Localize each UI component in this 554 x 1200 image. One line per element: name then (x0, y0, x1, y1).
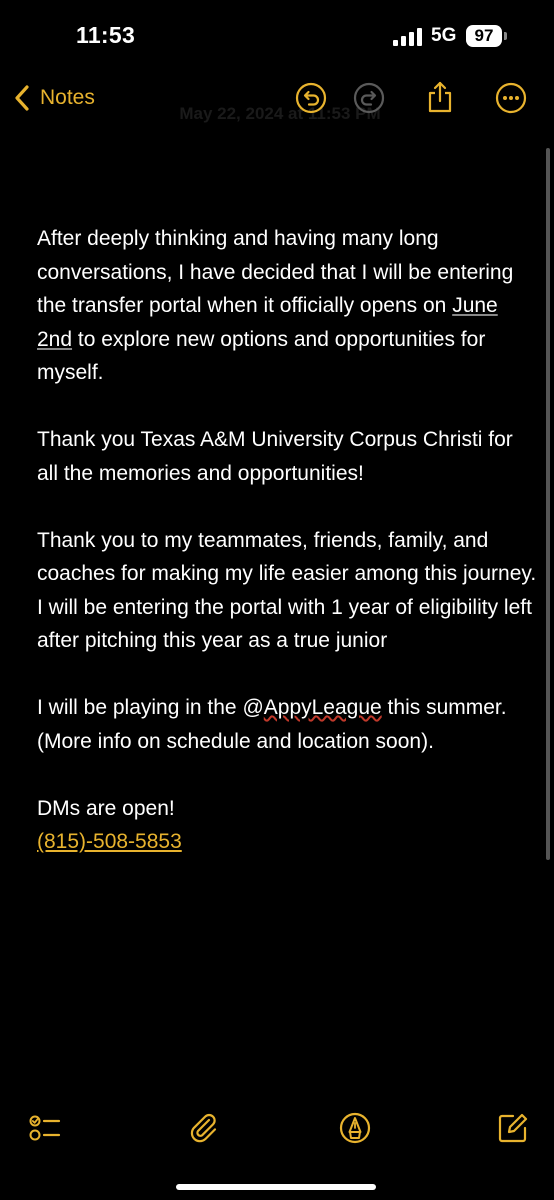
markup-button[interactable] (337, 1110, 373, 1146)
paperclip-icon (190, 1113, 217, 1143)
note-paragraph: DMs are open! (37, 796, 175, 820)
attachment-button[interactable] (185, 1110, 221, 1146)
phone-number-link[interactable]: (815)-508-5853 (37, 830, 182, 853)
note-paragraph: Thank you to my teammates, friends, fami… (37, 528, 537, 653)
note-text: I will be playing in the @ (37, 696, 264, 719)
checklist-icon (29, 1115, 61, 1141)
back-button-label: Notes (40, 86, 95, 109)
compose-icon (498, 1113, 528, 1143)
undo-button[interactable] (295, 82, 327, 114)
status-time: 11:53 (76, 22, 136, 48)
note-text: to explore new options and opportunities… (37, 327, 486, 385)
redo-icon (353, 82, 385, 114)
chevron-left-icon (15, 85, 29, 111)
note-body[interactable]: After deeply thinking and having many lo… (37, 222, 537, 859)
note-paragraph: Thank you Texas A&M University Corpus Ch… (37, 428, 513, 485)
misspelled-word[interactable]: AppyLeague (264, 696, 382, 719)
redo-button[interactable] (353, 82, 385, 114)
checklist-button[interactable] (27, 1110, 63, 1146)
undo-icon (295, 82, 327, 114)
note-paragraph: After deeply thinking and having many lo… (37, 222, 537, 390)
share-button[interactable] (424, 80, 456, 113)
note-text: After deeply thinking and having many lo… (37, 227, 514, 317)
scrollbar[interactable] (546, 148, 550, 860)
share-icon (428, 81, 452, 113)
home-indicator[interactable] (176, 1184, 376, 1190)
note-paragraph: I will be playing in the @AppyLeague thi… (37, 691, 537, 758)
cellular-signal-icon (393, 28, 422, 46)
compose-button[interactable] (495, 1110, 531, 1146)
battery-indicator: 97 (466, 25, 502, 47)
back-button[interactable]: Notes (14, 80, 95, 116)
network-type: 5G (431, 25, 457, 46)
ellipsis-circle-icon (495, 82, 527, 114)
battery-nub (504, 32, 507, 40)
markup-pen-icon (339, 1112, 371, 1144)
status-bar: 11:53 5G 97 (0, 0, 554, 70)
more-options-button[interactable] (495, 82, 527, 114)
